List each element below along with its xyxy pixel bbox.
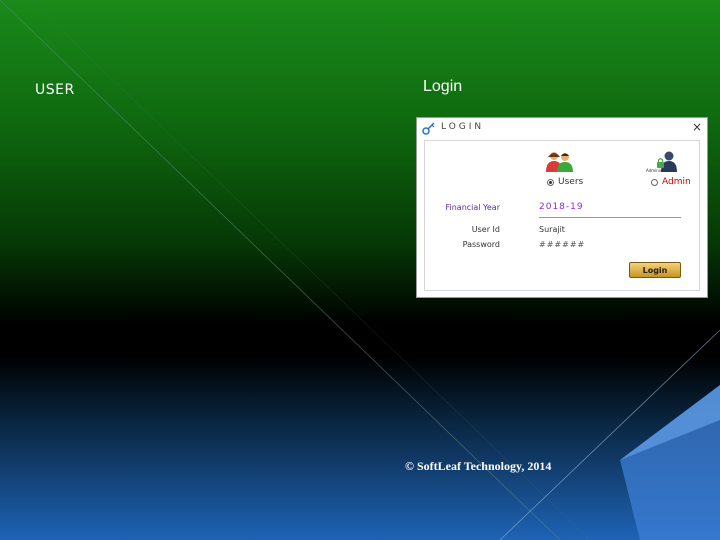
radio-indicator[interactable] — [547, 178, 554, 186]
financial-year-value[interactable]: 2018-19 — [539, 202, 584, 212]
admin-caption: Administrator — [646, 168, 674, 173]
key-icon — [422, 122, 435, 135]
dialog-title: LOGIN — [441, 122, 485, 132]
role-label-admin: Admin — [662, 177, 691, 187]
password-label: Password — [462, 240, 500, 249]
role-label-users: Users — [558, 177, 584, 187]
password-field[interactable] — [539, 239, 639, 250]
login-form-panel: Administrator Users Admin Financial Year… — [424, 140, 700, 291]
role-radio-users[interactable]: Users — [547, 177, 583, 187]
financial-year-underline — [539, 217, 681, 218]
dialog-titlebar: LOGIN × — [417, 118, 707, 138]
user-id-label: User Id — [471, 225, 500, 234]
login-heading: Login — [423, 78, 463, 95]
role-radio-admin[interactable]: Admin — [651, 177, 691, 187]
login-button[interactable]: Login — [629, 262, 681, 278]
user-section-label: USER — [35, 82, 75, 98]
radio-indicator[interactable] — [651, 178, 658, 186]
login-dialog: LOGIN × Administrator Users Admin Financ… — [416, 117, 708, 298]
users-icon — [546, 152, 573, 172]
close-icon[interactable]: × — [692, 120, 702, 134]
copyright-footer: © SoftLeaf Technology, 2014 — [405, 459, 552, 473]
financial-year-label: Financial Year — [445, 203, 500, 212]
user-id-field[interactable] — [539, 224, 639, 235]
